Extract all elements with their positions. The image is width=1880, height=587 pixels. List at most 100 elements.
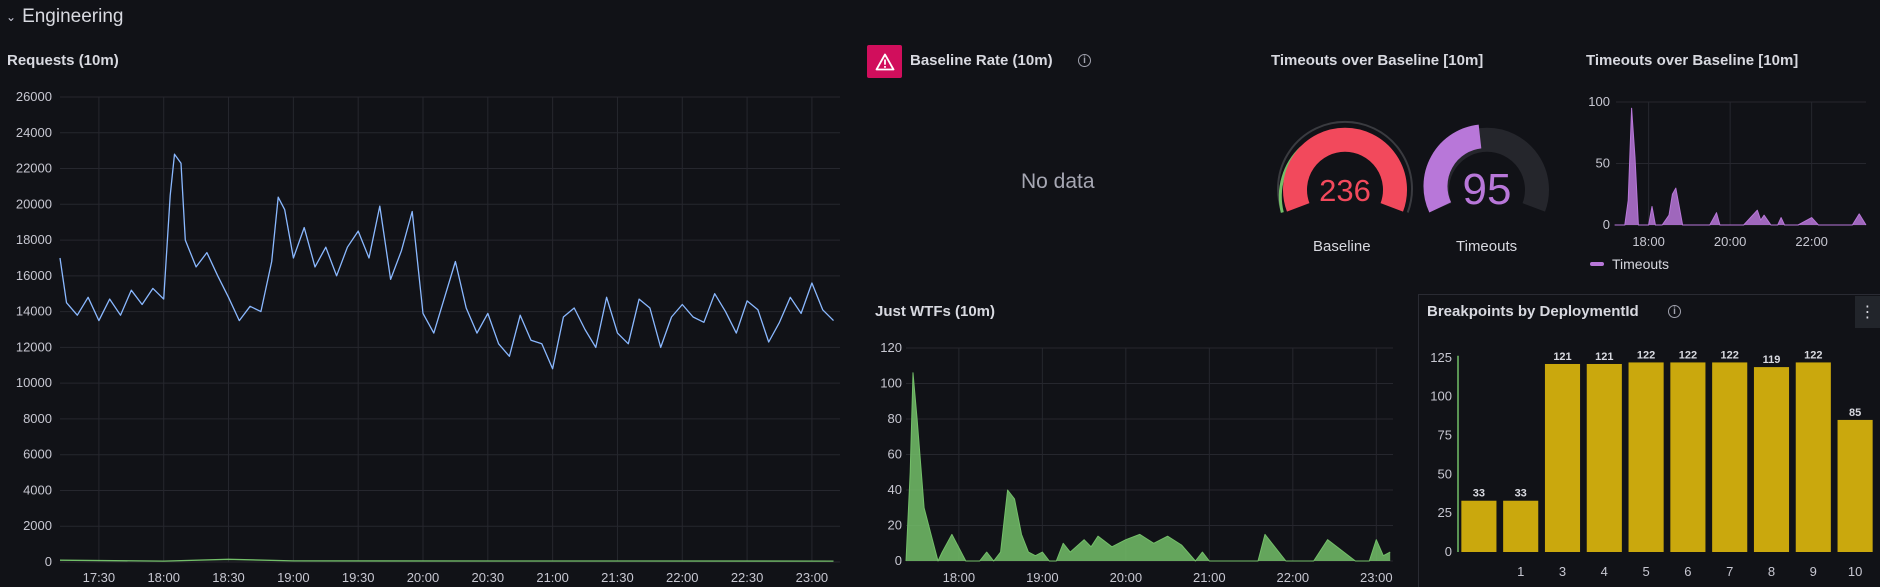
gauge-timeouts-label: Timeouts bbox=[1456, 238, 1518, 255]
bar-data-label: 119 bbox=[1763, 354, 1781, 366]
y-tick-label: 100 bbox=[1588, 94, 1610, 109]
no-data-message: No data bbox=[1021, 170, 1095, 193]
panel-title-breakpoints[interactable]: Breakpoints by DeploymentId bbox=[1427, 303, 1639, 320]
x-tick-label: 22:00 bbox=[1277, 570, 1310, 585]
x-tick-label: 23:00 bbox=[1360, 570, 1393, 585]
panel-title-requests[interactable]: Requests (10m) bbox=[7, 52, 119, 69]
y-tick-label: 25 bbox=[1438, 505, 1452, 520]
x-tick-label: 22:00 bbox=[666, 570, 699, 585]
x-tick-label: 21:00 bbox=[1193, 570, 1226, 585]
y-tick-label: 80 bbox=[888, 411, 902, 426]
x-tick-label: 18:00 bbox=[943, 570, 976, 585]
y-tick-label: 100 bbox=[880, 376, 902, 391]
x-tick-label: 10 bbox=[1848, 564, 1862, 579]
bar bbox=[1795, 362, 1831, 552]
row-title: Engineering bbox=[22, 6, 124, 27]
gauge-baseline-label: Baseline bbox=[1313, 238, 1371, 255]
y-tick-label: 18000 bbox=[16, 232, 52, 247]
y-tick-label: 100 bbox=[1430, 389, 1452, 404]
x-tick-label: 4 bbox=[1601, 564, 1608, 579]
y-tick-label: 6000 bbox=[23, 447, 52, 462]
info-icon[interactable]: i bbox=[1668, 305, 1681, 318]
x-tick-label: 8 bbox=[1768, 564, 1775, 579]
bar bbox=[1503, 500, 1539, 552]
x-tick-label: 19:00 bbox=[1026, 570, 1059, 585]
y-tick-label: 0 bbox=[45, 554, 52, 569]
panel-title-timeouts-timeseries[interactable]: Timeouts over Baseline [10m] bbox=[1586, 52, 1798, 69]
y-tick-label: 14000 bbox=[16, 304, 52, 319]
y-tick-label: 22000 bbox=[16, 161, 52, 176]
x-tick-label: 21:00 bbox=[536, 570, 569, 585]
gauge-timeouts-value: 95 bbox=[1463, 165, 1512, 214]
legend-label: Timeouts bbox=[1612, 256, 1670, 272]
x-tick-label: 19:30 bbox=[342, 570, 375, 585]
gauge-timeouts: 95 bbox=[1423, 124, 1549, 214]
x-tick-label: 17:30 bbox=[83, 570, 116, 585]
y-tick-label: 50 bbox=[1596, 156, 1610, 171]
bar-data-label: 122 bbox=[1637, 349, 1655, 361]
legend-swatch bbox=[1590, 262, 1604, 266]
y-tick-label: 20 bbox=[888, 518, 902, 533]
bar bbox=[1586, 363, 1622, 552]
bar-data-label: 121 bbox=[1553, 351, 1571, 363]
series-line-0 bbox=[1614, 107, 1867, 226]
row-header-engineering[interactable]: ⌄ Engineering bbox=[6, 6, 123, 28]
x-tick-label: 23:00 bbox=[796, 570, 829, 585]
x-tick-label: 18:00 bbox=[1632, 234, 1665, 249]
bar-data-label: 85 bbox=[1849, 407, 1861, 419]
y-tick-label: 125 bbox=[1430, 350, 1452, 365]
y-tick-label: 24000 bbox=[16, 125, 52, 140]
panel-title-baseline-rate[interactable]: Baseline Rate (10m) bbox=[910, 52, 1053, 69]
y-tick-label: 75 bbox=[1438, 427, 1452, 442]
chevron-down-icon: ⌄ bbox=[6, 10, 17, 24]
y-tick-label: 0 bbox=[895, 553, 902, 568]
x-tick-label: 3 bbox=[1559, 564, 1566, 579]
y-tick-label: 2000 bbox=[23, 518, 52, 533]
y-tick-label: 20000 bbox=[16, 196, 52, 211]
timeouts-chart: 100 50 0 18:00 20:00 22:00 bbox=[1588, 94, 1867, 249]
bar bbox=[1628, 362, 1664, 552]
y-tick-label: 120 bbox=[880, 340, 902, 355]
bar bbox=[1670, 362, 1706, 552]
x-tick-label: 5 bbox=[1642, 564, 1649, 579]
series-line-1 bbox=[59, 558, 834, 562]
alert-badge[interactable] bbox=[867, 45, 902, 78]
panel-title-timeouts-gauges[interactable]: Timeouts over Baseline [10m] bbox=[1271, 52, 1483, 69]
x-tick-label: 9 bbox=[1810, 564, 1817, 579]
bar bbox=[1544, 363, 1581, 552]
y-tick-label: 4000 bbox=[23, 482, 52, 497]
y-tick-label: 40 bbox=[888, 482, 902, 497]
kebab-menu-icon[interactable]: ⋮ bbox=[1855, 296, 1880, 328]
x-tick-label: 18:30 bbox=[212, 570, 245, 585]
y-tick-label: 26000 bbox=[16, 89, 52, 104]
y-tick-label: 0 bbox=[1445, 544, 1452, 559]
info-icon[interactable]: i bbox=[1078, 54, 1091, 67]
bar-data-label: 33 bbox=[1515, 488, 1527, 500]
breakpoints-chart: 1251007550250 33 33121 121 122 122 122 119 1228… bbox=[1430, 349, 1873, 579]
gauge-baseline: 236 bbox=[1277, 120, 1413, 213]
bar-data-label: 33 bbox=[1473, 488, 1485, 500]
x-tick-label: 1 bbox=[1517, 564, 1524, 579]
x-tick-label: 22:00 bbox=[1795, 234, 1828, 249]
bar bbox=[1753, 367, 1790, 552]
bar-data-label: 122 bbox=[1679, 349, 1697, 361]
x-tick-label: 20:00 bbox=[407, 570, 440, 585]
panel-title-just-wtfs[interactable]: Just WTFs (10m) bbox=[875, 303, 995, 320]
x-tick-label: 21:30 bbox=[601, 570, 634, 585]
y-tick-label: 12000 bbox=[16, 339, 52, 354]
bar-data-label: 122 bbox=[1804, 349, 1822, 361]
bar-data-label: 121 bbox=[1595, 351, 1613, 363]
y-tick-label: 8000 bbox=[23, 411, 52, 426]
gauge-baseline-value: 236 bbox=[1319, 173, 1371, 208]
x-tick-label: 20:00 bbox=[1714, 234, 1747, 249]
x-tick-label: 18:00 bbox=[147, 570, 180, 585]
y-tick-label: 10000 bbox=[16, 375, 52, 390]
y-tick-label: 60 bbox=[888, 447, 902, 462]
legend-timeouts[interactable]: Timeouts bbox=[1590, 256, 1669, 272]
series-area-0 bbox=[906, 372, 1391, 561]
y-tick-label: 0 bbox=[1603, 217, 1610, 232]
series-line-0 bbox=[905, 372, 1391, 562]
series-line-0 bbox=[59, 153, 834, 370]
x-tick-label: 20:30 bbox=[472, 570, 505, 585]
x-tick-label: 20:00 bbox=[1110, 570, 1143, 585]
